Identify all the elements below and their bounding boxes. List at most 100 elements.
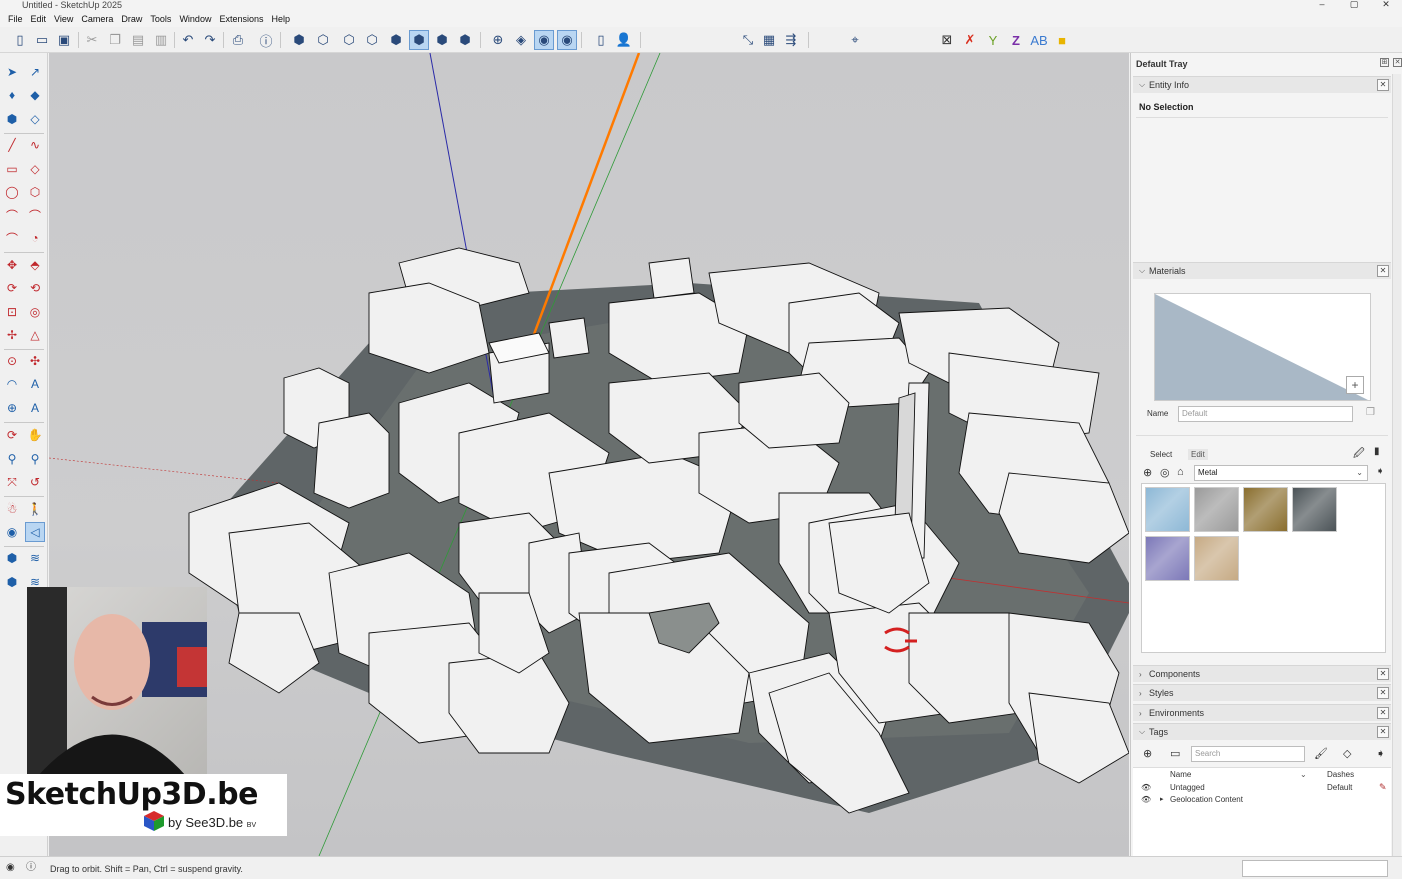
- geo-status-icon[interactable]: ◉: [6, 863, 17, 874]
- styles-close-button[interactable]: ✕: [1377, 687, 1389, 699]
- maximize-button[interactable]: ▢: [1338, 0, 1370, 11]
- orbit-icon[interactable]: ⊕: [488, 30, 508, 50]
- hidden-line-style-icon[interactable]: ⬢: [455, 30, 475, 50]
- add-tag-folder-icon[interactable]: ▭: [1170, 747, 1180, 760]
- menu-help[interactable]: Help: [267, 14, 294, 24]
- look-around-tool-icon[interactable]: ◉: [2, 522, 22, 542]
- cut-icon[interactable]: ✂: [82, 30, 102, 50]
- geo-location-icon[interactable]: ⌖: [845, 30, 865, 50]
- tag-name[interactable]: Geolocation Content: [1170, 795, 1243, 804]
- circle-icon[interactable]: ◯: [2, 182, 22, 202]
- extension-warehouse-icon[interactable]: ⤡: [738, 30, 758, 50]
- zoom-icon[interactable]: ⚲: [2, 449, 22, 469]
- tag-color-brush-icon[interactable]: 🖌: [1314, 747, 1328, 760]
- scale-icon[interactable]: ⊡: [2, 302, 22, 322]
- material-name-input[interactable]: Default: [1178, 406, 1353, 422]
- iso-view-icon[interactable]: ⬢: [289, 30, 309, 50]
- sandbox-from-contours-icon[interactable]: ⬢: [2, 548, 22, 568]
- material-swatch[interactable]: [1194, 487, 1239, 532]
- xray-style-icon[interactable]: ⬡: [339, 30, 359, 50]
- menu-tools[interactable]: Tools: [146, 14, 175, 24]
- material-swatch[interactable]: [1145, 536, 1190, 581]
- tags-search-input[interactable]: Search: [1191, 746, 1305, 762]
- follow-me-icon[interactable]: ⟲: [25, 278, 45, 298]
- tape-measure-icon[interactable]: ⊙: [2, 351, 22, 371]
- erase-icon[interactable]: ▥: [151, 30, 171, 50]
- menu-edit[interactable]: Edit: [27, 14, 51, 24]
- materials-close-button[interactable]: ✕: [1377, 265, 1389, 277]
- scenes-icon[interactable]: ▯: [591, 30, 611, 50]
- styles-header[interactable]: › Styles ✕: [1133, 684, 1391, 701]
- eraser-icon[interactable]: ◆: [25, 85, 45, 105]
- freehand-icon[interactable]: ∿: [25, 135, 45, 155]
- entity-info-header[interactable]: ⌵ Entity Info ✕: [1133, 76, 1391, 93]
- move-icon[interactable]: ✥: [2, 255, 22, 275]
- paste-icon[interactable]: ▤: [128, 30, 148, 50]
- flip-icon[interactable]: ✢: [2, 325, 22, 345]
- tag-dashes[interactable]: Default: [1327, 783, 1352, 792]
- entity-info-close-button[interactable]: ✕: [1377, 79, 1389, 91]
- edit-pencil-icon[interactable]: ✎: [1379, 782, 1387, 793]
- make-component-icon[interactable]: ⬢: [2, 109, 22, 129]
- account-icon[interactable]: 👤: [614, 30, 634, 50]
- walk-icon[interactable]: ◉: [534, 30, 554, 50]
- copy-icon[interactable]: ❐: [105, 30, 125, 50]
- close-button[interactable]: ✕: [1370, 0, 1402, 11]
- line-icon[interactable]: ╱: [2, 135, 22, 155]
- environments-header[interactable]: › Environments ✕: [1133, 704, 1391, 721]
- extension-box-icon[interactable]: ■: [1052, 30, 1072, 50]
- extension-x-icon[interactable]: ⊠: [937, 30, 957, 50]
- environments-close-button[interactable]: ✕: [1377, 707, 1389, 719]
- undo-icon[interactable]: ↶: [178, 30, 198, 50]
- monochrome-style-icon[interactable]: ⬢: [432, 30, 452, 50]
- extension-y-icon[interactable]: Y: [983, 30, 1003, 50]
- model-info-icon[interactable]: ⓘ: [256, 30, 276, 50]
- 3d-text-icon[interactable]: A: [25, 398, 45, 418]
- tags-header[interactable]: ⌵ Tags ✕: [1133, 723, 1391, 740]
- add-tag-icon[interactable]: ⊕: [1143, 747, 1152, 760]
- tray-close-icon[interactable]: ✕: [1393, 58, 1402, 67]
- tags-col-dashes[interactable]: Dashes: [1327, 770, 1354, 779]
- create-material-icon[interactable]: +: [1346, 376, 1364, 394]
- menu-file[interactable]: File: [4, 14, 27, 24]
- eyedropper-icon[interactable]: 🖉: [1353, 445, 1365, 464]
- three-point-arc-icon[interactable]: ⌒: [2, 228, 22, 248]
- mirror-icon[interactable]: △: [25, 325, 45, 345]
- look-around-icon[interactable]: ◉: [557, 30, 577, 50]
- layout-icon[interactable]: ⇶: [781, 30, 801, 50]
- dimension-icon[interactable]: ✣: [25, 351, 45, 371]
- tag-details-icon[interactable]: ◇: [1343, 747, 1351, 760]
- pie-icon[interactable]: ◔: [25, 228, 45, 248]
- caret-right-icon[interactable]: ▸: [1160, 795, 1164, 803]
- two-point-arc-icon[interactable]: ⌒: [25, 205, 45, 225]
- components-header[interactable]: › Components ✕: [1133, 665, 1391, 682]
- extension-z-icon[interactable]: Z: [1006, 30, 1026, 50]
- previous-view-icon[interactable]: ↺: [25, 472, 45, 492]
- menu-view[interactable]: View: [50, 14, 77, 24]
- material-library-select[interactable]: Metal ⌄: [1194, 465, 1368, 481]
- model-materials-icon[interactable]: ◎: [1160, 466, 1170, 479]
- material-swatch[interactable]: [1145, 487, 1190, 532]
- 3d-warehouse-icon[interactable]: ▦: [759, 30, 779, 50]
- menu-extensions[interactable]: Extensions: [215, 14, 267, 24]
- new-file-icon[interactable]: ▯: [10, 30, 30, 50]
- protractor-icon[interactable]: ◠: [2, 374, 22, 394]
- duplicate-icon[interactable]: ❐: [1366, 407, 1375, 418]
- tags-col-name[interactable]: Name: [1170, 770, 1191, 779]
- info-icon[interactable]: ⓘ: [26, 863, 37, 874]
- extension-red-x-icon[interactable]: ✗: [960, 30, 980, 50]
- select-icon[interactable]: ➤: [2, 62, 22, 82]
- measurements-box[interactable]: [1242, 860, 1388, 877]
- position-camera-icon[interactable]: ☃: [2, 499, 22, 519]
- arc-icon[interactable]: ⌒: [2, 205, 22, 225]
- menu-camera[interactable]: Camera: [77, 14, 117, 24]
- components-close-button[interactable]: ✕: [1377, 668, 1389, 680]
- push-pull-icon[interactable]: ⬘: [25, 255, 45, 275]
- offset-icon[interactable]: ◎: [25, 302, 45, 322]
- top-view-icon[interactable]: ⬡: [313, 30, 333, 50]
- print-icon[interactable]: ⎙: [228, 30, 248, 50]
- wireframe-style-icon[interactable]: ⬡: [362, 30, 382, 50]
- zoom-extents-icon[interactable]: ⤧: [2, 472, 22, 492]
- rectangle-icon[interactable]: ▭: [2, 159, 22, 179]
- material-swatch[interactable]: [1243, 487, 1288, 532]
